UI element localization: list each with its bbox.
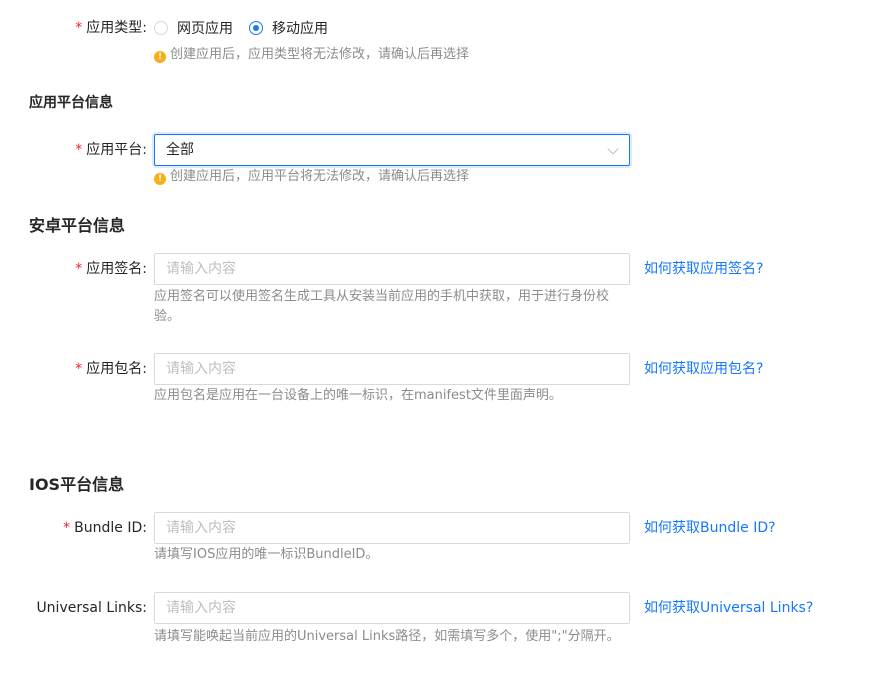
radio-label: 网页应用: [177, 21, 233, 37]
platform-section-title: 应用平台信息: [29, 95, 113, 111]
radio-checked-icon: [249, 21, 263, 35]
universal-links-help-link[interactable]: 如何获取Universal Links?: [644, 597, 813, 619]
required-mark: *: [75, 361, 83, 377]
signature-hint: 应用签名可以使用签名生成工具从安装当前应用的手机中获取，用于进行身份校验。: [154, 289, 610, 324]
bundle-id-help-link[interactable]: 如何获取Bundle ID?: [644, 517, 776, 539]
radio-circle-icon: [154, 21, 168, 35]
required-mark: *: [75, 20, 83, 36]
universal-links-label: Universal Links:: [36, 600, 147, 616]
radio-mobile-app[interactable]: 移动应用: [249, 18, 328, 38]
radio-web-app[interactable]: 网页应用: [154, 18, 233, 38]
package-input[interactable]: [154, 353, 630, 385]
package-help-link[interactable]: 如何获取应用包名?: [644, 358, 763, 380]
required-mark: *: [63, 520, 71, 536]
universal-links-input[interactable]: [154, 592, 630, 624]
app-type-label: * 应用类型:: [75, 20, 147, 36]
app-type-hint: ! 创建应用后，应用类型将无法修改，请确认后再选择: [154, 45, 469, 65]
platform-hint: ! 创建应用后，应用平台将无法修改，请确认后再选择: [154, 167, 469, 187]
ios-section-title: IOS平台信息: [29, 475, 125, 494]
required-mark: *: [75, 261, 83, 277]
platform-label: * 应用平台:: [75, 142, 147, 158]
signature-label: * 应用签名:: [75, 261, 147, 277]
signature-input[interactable]: [154, 253, 630, 285]
universal-links-hint: 请填写能唤起当前应用的Universal Links路径，如需填写多个，使用";…: [154, 629, 620, 644]
app-type-radio-group: 网页应用 移动应用: [154, 17, 344, 39]
package-label: * 应用包名:: [75, 361, 147, 377]
bundle-id-hint: 请填写IOS应用的唯一标识BundleID。: [154, 547, 379, 562]
radio-label: 移动应用: [272, 21, 328, 37]
bundle-id-label: * Bundle ID:: [63, 520, 147, 536]
platform-select[interactable]: 全部: [154, 134, 630, 166]
warning-icon: !: [154, 51, 166, 63]
signature-help-link[interactable]: 如何获取应用签名?: [644, 258, 763, 280]
platform-select-value: 全部: [166, 142, 194, 158]
android-section-title: 安卓平台信息: [29, 216, 126, 235]
chevron-down-icon: [607, 143, 619, 155]
bundle-id-input[interactable]: [154, 512, 630, 544]
package-hint: 应用包名是应用在一台设备上的唯一标识，在manifest文件里面声明。: [154, 388, 562, 403]
required-mark: *: [75, 142, 83, 158]
warning-icon: !: [154, 173, 166, 185]
